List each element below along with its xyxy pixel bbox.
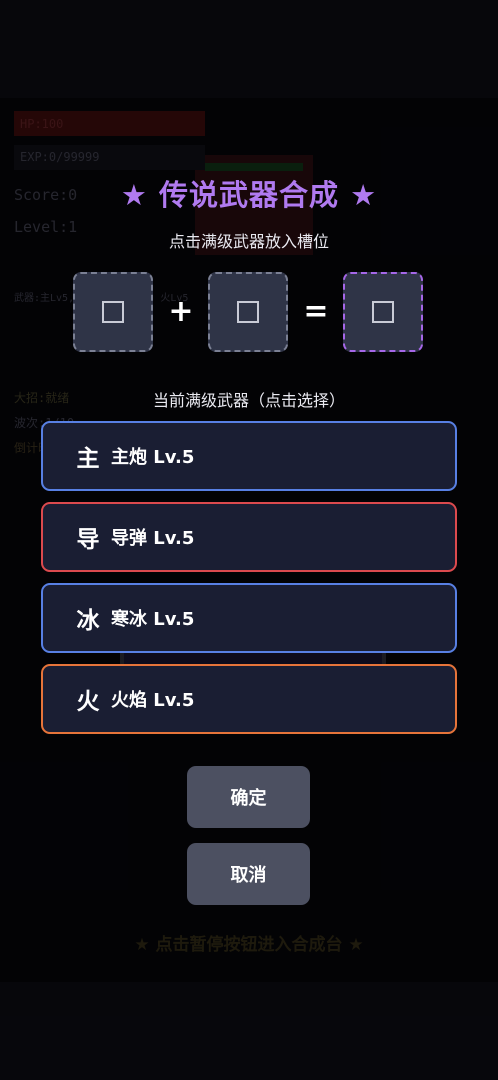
weapon-item-label: 寒冰 Lv.5 bbox=[111, 609, 195, 630]
flame-icon: 火 bbox=[76, 689, 100, 715]
equals-sign: = bbox=[303, 294, 329, 329]
weapon-list-title: 当前满级武器（点击选择） bbox=[152, 391, 345, 410]
weapon-item-label: 主炮 Lv.5 bbox=[111, 447, 195, 468]
fusion-result-slot bbox=[343, 272, 423, 352]
dialog-subtitle: 点击满级武器放入槽位 bbox=[168, 232, 329, 251]
missile-icon: 导 bbox=[76, 527, 100, 553]
fusion-dialog-overlay: ★ 传说武器合成 ★ 点击满级武器放入槽位 + = 当前满级武器（点击选择） 主… bbox=[0, 0, 498, 1080]
frost-icon: 冰 bbox=[76, 608, 100, 634]
dialog-title: ★ 传说武器合成 ★ bbox=[120, 178, 378, 212]
fusion-slot-2[interactable] bbox=[208, 272, 288, 352]
weapon-item-frost[interactable]: 冰 寒冰 Lv.5 bbox=[41, 583, 457, 653]
weapon-item-flame[interactable]: 火 火焰 Lv.5 bbox=[41, 664, 457, 734]
empty-square-icon bbox=[372, 301, 394, 323]
weapon-item-label: 火焰 Lv.5 bbox=[111, 690, 195, 711]
main-cannon-icon: 主 bbox=[76, 446, 100, 472]
weapon-item-label: 导弹 Lv.5 bbox=[111, 528, 195, 549]
fusion-slot-1[interactable] bbox=[73, 272, 153, 352]
weapon-item-main-cannon[interactable]: 主 主炮 Lv.5 bbox=[41, 421, 457, 491]
plus-sign: + bbox=[168, 294, 194, 329]
cancel-button[interactable]: 取消 bbox=[187, 843, 310, 905]
confirm-button[interactable]: 确定 bbox=[187, 766, 310, 828]
weapon-item-missile[interactable]: 导 导弹 Lv.5 bbox=[41, 502, 457, 572]
empty-square-icon bbox=[237, 301, 259, 323]
empty-square-icon bbox=[102, 301, 124, 323]
